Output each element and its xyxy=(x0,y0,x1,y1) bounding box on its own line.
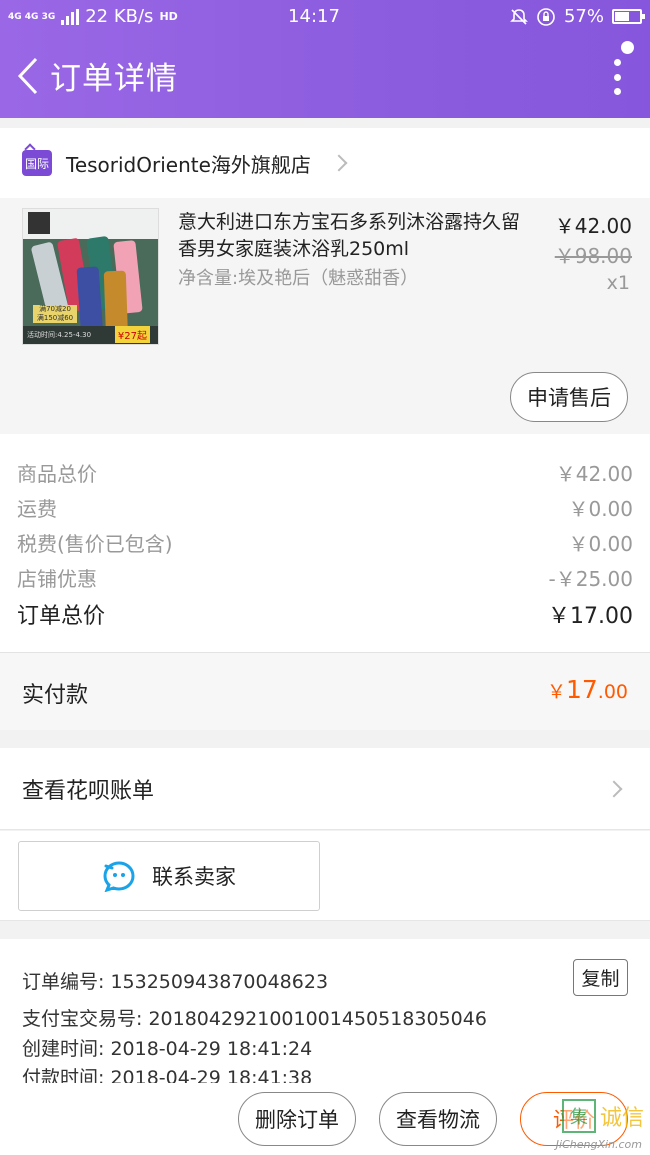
price-row-shop-discount: 店铺优惠 -￥25.00 xyxy=(17,563,633,592)
price-summary: 商品总价 ￥42.00 运费 ￥0.00 税费(售价已包含) ￥0.00 店铺优… xyxy=(0,434,650,652)
back-icon[interactable] xyxy=(8,46,48,106)
actual-payment-value: ￥17.00 xyxy=(547,675,628,704)
contact-area: 联系卖家 xyxy=(0,831,650,921)
hd-icon: HD xyxy=(159,10,178,23)
view-logistics-button[interactable]: 查看物流 xyxy=(379,1092,497,1146)
payment-currency: ￥ xyxy=(546,681,566,703)
battery-percent: 57% xyxy=(563,6,604,27)
clock: 14:17 xyxy=(288,6,340,27)
watermark-box: 集 xyxy=(561,1099,596,1133)
order-total-value: ￥17.00 xyxy=(548,604,633,629)
notification-dot xyxy=(621,41,634,54)
delete-order-button[interactable]: 删除订单 xyxy=(238,1092,356,1146)
page-title: 订单详情 xyxy=(50,61,178,97)
promo-line-1: 满70减20 xyxy=(39,305,71,313)
actual-payment-row: 实付款 ￥17.00 xyxy=(0,652,650,730)
shop-row[interactable]: 国际 TesoridOriente海外旗舰店 xyxy=(0,128,650,198)
battery-icon xyxy=(612,9,645,24)
nav-bar: 订单详情 xyxy=(0,33,650,118)
price-row-value: -￥25.00 xyxy=(548,567,633,591)
price-row-value: ￥0.00 xyxy=(568,532,633,556)
order-info: 订单编号: 153250943870048623 复制 支付宝交易号: 2018… xyxy=(0,939,650,1089)
shop-name[interactable]: TesoridOriente海外旗舰店 xyxy=(66,149,311,178)
product-original-price: ￥98.00 xyxy=(554,244,632,268)
product-item[interactable]: 满70减20 满150减60 活动时间:4.25-4.30 ¥27起 意大利进口东… xyxy=(0,198,650,434)
header: 4G 4G 3G 22 KB/s HD 14:17 57% 订单详情 xyxy=(0,0,650,118)
actual-payment-label: 实付款 xyxy=(22,683,89,708)
promo-line-2: 满150减60 xyxy=(36,314,74,322)
mute-icon xyxy=(510,8,528,25)
product-title[interactable]: 意大利进口东方宝石多系列沐浴露持久留香男女家庭装沐浴乳250ml xyxy=(178,209,523,263)
price-row-value: ￥0.00 xyxy=(568,497,633,521)
price-row-tax: 税费(售价已包含) ￥0.00 xyxy=(17,528,633,557)
intl-badge-icon: 国际 xyxy=(22,150,52,176)
chevron-right-icon xyxy=(605,780,623,797)
huabei-bill-row[interactable]: 查看花呗账单 xyxy=(0,748,650,830)
price-row-shipping: 运费 ￥0.00 xyxy=(17,493,633,522)
signal-icon xyxy=(61,8,80,25)
price-row-goods-total: 商品总价 ￥42.00 xyxy=(17,458,633,487)
chevron-right-icon xyxy=(330,154,348,172)
price-row-label: 商品总价 xyxy=(17,462,97,486)
more-menu-icon[interactable] xyxy=(612,59,622,95)
payment-integer: 17 xyxy=(565,675,598,704)
price-row-label: 税费(售价已包含) xyxy=(17,532,173,556)
contact-seller-button[interactable]: 联系卖家 xyxy=(18,841,320,911)
order-total-label: 订单总价 xyxy=(17,604,106,629)
price-row-label: 运费 xyxy=(17,497,57,521)
rotation-lock-icon xyxy=(537,7,555,26)
order-total-row: 订单总价 ￥17.00 xyxy=(17,598,633,630)
watermark-logo: 集 诚信 xyxy=(561,1099,644,1133)
price-row-value: ￥42.00 xyxy=(555,462,633,486)
order-number: 订单编号: 153250943870048623 xyxy=(22,971,329,993)
huabei-bill-label[interactable]: 查看花呗账单 xyxy=(22,773,608,805)
copy-button[interactable]: 复制 xyxy=(573,959,628,996)
payment-decimal: .00 xyxy=(597,681,628,703)
price-row-label: 店铺优惠 xyxy=(17,567,97,591)
apply-aftersale-button[interactable]: 申请售后 xyxy=(510,372,628,422)
watermark-url: JiChengXin.com xyxy=(555,1138,642,1151)
promo-price: ¥27起 xyxy=(114,326,150,343)
product-quantity: x1 xyxy=(606,272,630,294)
network-speed: 22 KB/s xyxy=(85,6,154,27)
product-price: ￥42.00 xyxy=(554,214,632,238)
alipay-trade-number: 支付宝交易号: 2018042921001001450518305046 xyxy=(22,1008,487,1030)
watermark-text: 诚信 xyxy=(599,1106,644,1131)
contact-seller-label: 联系卖家 xyxy=(152,865,236,889)
product-image[interactable]: 满70减20 满150减60 活动时间:4.25-4.30 ¥27起 xyxy=(22,208,159,345)
network-type: 4G 4G 3G xyxy=(8,11,56,22)
product-spec: 净含量:埃及艳后（魅惑甜香） xyxy=(178,268,419,289)
promo-time: 活动时间:4.25-4.30 xyxy=(27,331,92,339)
bottom-action-bar: 删除订单 查看物流 评价 集 诚信 xyxy=(0,1083,650,1155)
status-bar: 4G 4G 3G 22 KB/s HD 14:17 57% xyxy=(0,0,650,33)
wangwang-chat-icon xyxy=(103,861,135,892)
created-time: 创建时间: 2018-04-29 18:41:24 xyxy=(22,1038,313,1060)
